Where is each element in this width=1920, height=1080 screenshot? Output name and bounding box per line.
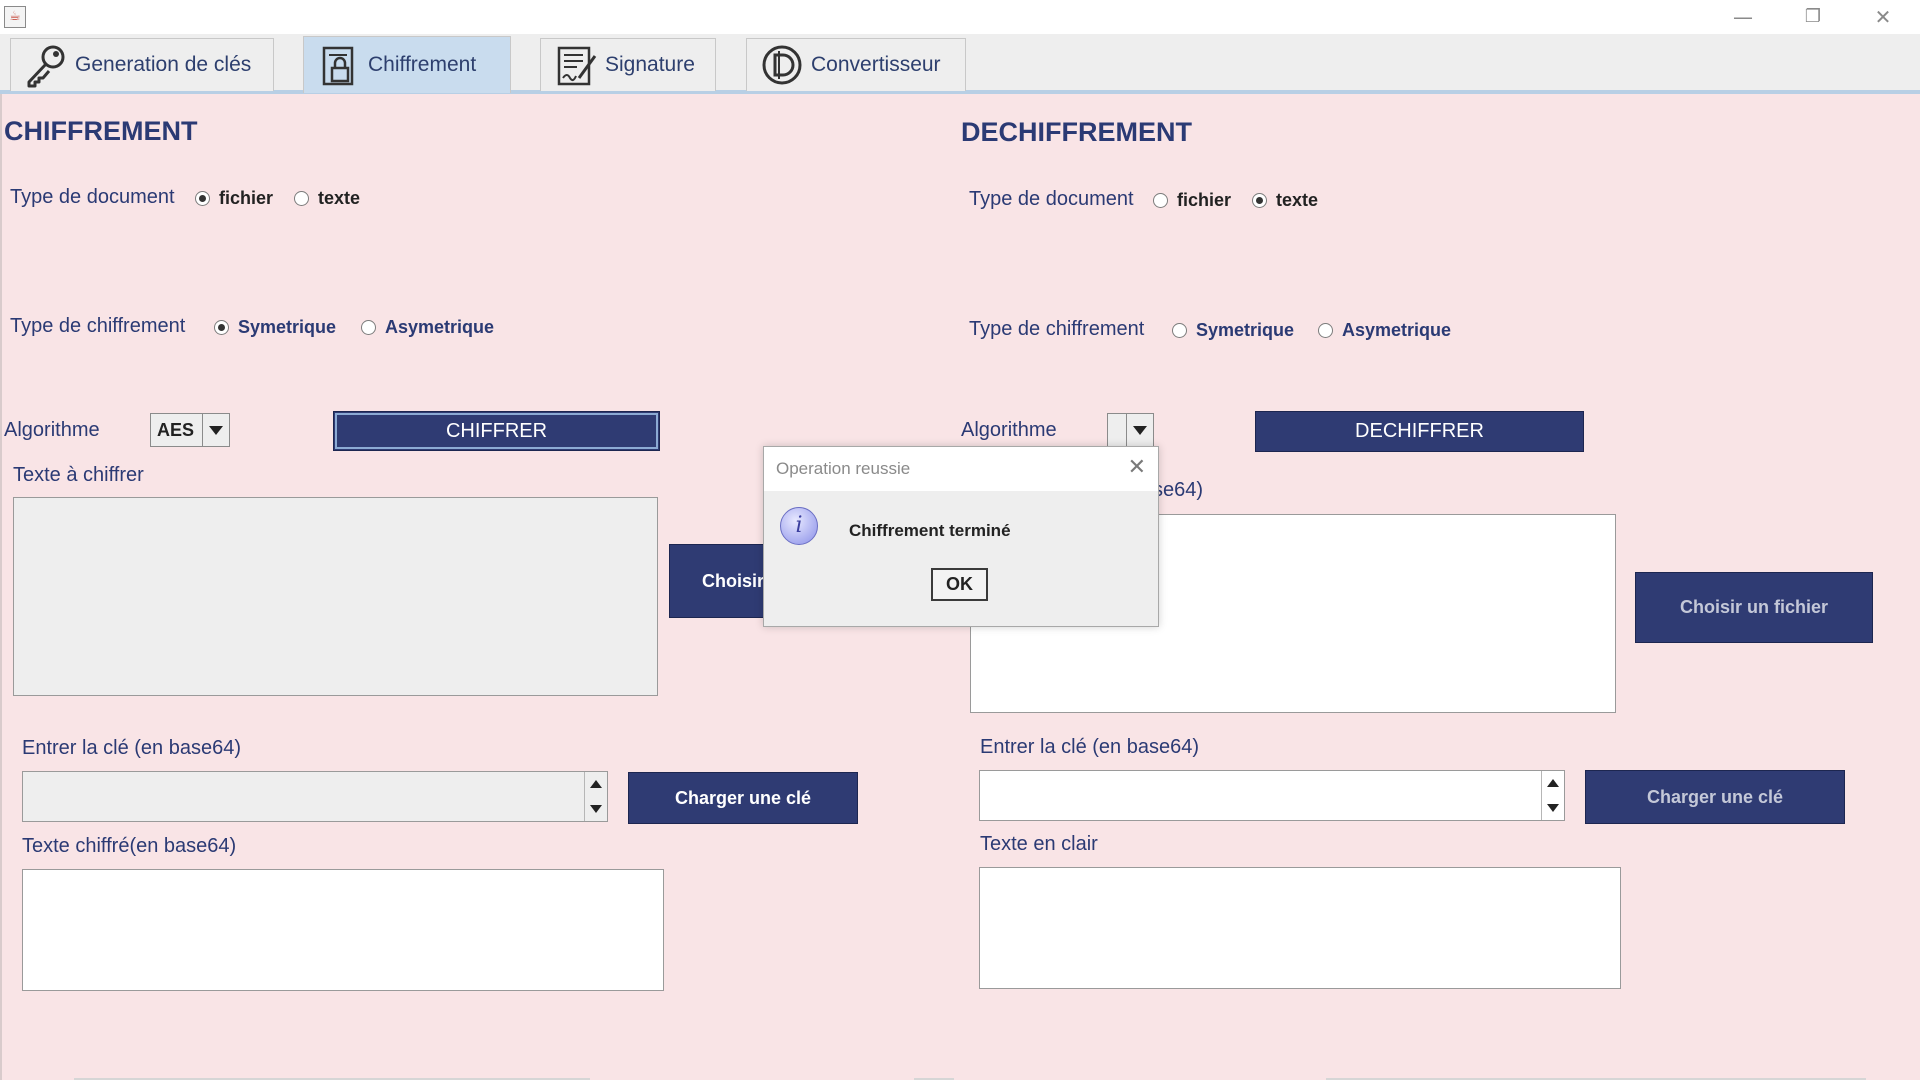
encrypt-key-label: Entrer la clé (en base64): [22, 737, 242, 759]
scroll-down-icon[interactable]: [1542, 796, 1564, 821]
decrypt-doc-type-texte-radio[interactable]: texte: [1252, 190, 1318, 211]
radio-label: fichier: [219, 188, 274, 208]
key-scroll-spinner[interactable]: [584, 772, 607, 821]
encrypt-load-key-button[interactable]: Charger une clé: [628, 772, 858, 824]
radio-label: fichier: [1177, 190, 1232, 210]
converter-icon: [757, 40, 807, 90]
algorithm-value: [1108, 414, 1126, 446]
tab-label: Convertisseur: [811, 53, 941, 76]
radio-indicator: [1153, 193, 1168, 208]
restore-button[interactable]: ❐: [1778, 0, 1848, 34]
key-scroll-spinner[interactable]: [1541, 771, 1564, 820]
encrypt-algorithm-select[interactable]: AES: [150, 413, 230, 447]
decrypt-key-input[interactable]: [979, 770, 1565, 821]
tab-chiffrement[interactable]: Chiffrement: [303, 36, 511, 93]
decrypt-text-label: se64): [1153, 479, 1204, 501]
minimize-button[interactable]: —: [1708, 0, 1778, 34]
radio-indicator: [361, 320, 376, 335]
decrypt-section-title: DECHIFFREMENT: [961, 117, 1192, 147]
radio-label: Asymetrique: [1342, 320, 1452, 340]
window-titlebar: ☕ — ❐ ✕: [0, 0, 1920, 34]
decrypt-key-label: Entrer la clé (en base64): [980, 736, 1200, 758]
scroll-up-icon[interactable]: [585, 772, 607, 797]
java-app-icon: ☕: [4, 6, 26, 28]
decrypt-symetrique-radio[interactable]: Symetrique: [1172, 320, 1294, 341]
encrypt-output-area[interactable]: [22, 869, 664, 991]
dechiffrer-button[interactable]: DECHIFFRER: [1255, 411, 1584, 452]
chevron-down-icon: [1126, 414, 1153, 446]
dialog-title: Operation reussie: [776, 459, 911, 478]
tab-label: Chiffrement: [368, 53, 477, 76]
scroll-up-icon[interactable]: [1542, 771, 1564, 796]
decrypt-doc-type-fichier-radio[interactable]: fichier: [1153, 190, 1231, 211]
tab-generation-de-cles[interactable]: Generation de clés: [10, 38, 274, 91]
info-icon: i: [780, 507, 818, 545]
dialog-titlebar: Operation reussie ✕: [764, 447, 1158, 491]
encrypt-text-area[interactable]: [13, 497, 658, 696]
tab-strip: Generation de clés Chiffrement Signature…: [0, 34, 1920, 94]
encrypt-text-label: Texte à chiffrer: [13, 464, 144, 486]
decrypt-algorithm-label: Algorithme: [961, 419, 1057, 441]
encrypt-section-title: CHIFFREMENT: [4, 116, 198, 146]
radio-indicator: [195, 191, 210, 206]
lock-document-icon: [314, 40, 364, 90]
dialog-message: Chiffrement terminé: [849, 521, 1011, 540]
chevron-down-icon: [202, 414, 229, 446]
encrypt-doc-type-label: Type de document: [10, 186, 175, 208]
chiffrer-button[interactable]: CHIFFRER: [333, 411, 660, 451]
dialog-ok-button[interactable]: OK: [931, 568, 988, 601]
decrypt-doc-type-label: Type de document: [969, 188, 1134, 210]
algorithm-value: AES: [157, 420, 195, 440]
encrypt-doc-type-texte-radio[interactable]: texte: [294, 188, 360, 209]
decrypt-output-label: Texte en clair: [980, 833, 1098, 855]
tab-signature[interactable]: Signature: [540, 38, 716, 91]
tab-label: Signature: [605, 53, 695, 76]
tab-label: Generation de clés: [75, 53, 252, 76]
tab-convertisseur[interactable]: Convertisseur: [746, 38, 966, 91]
decrypt-load-key-button[interactable]: Charger une clé: [1585, 770, 1845, 824]
encrypt-symetrique-radio[interactable]: Symetrique: [214, 317, 336, 338]
decrypt-choose-file-button[interactable]: Choisir un fichier: [1635, 572, 1873, 643]
radio-label: Symetrique: [1196, 320, 1295, 340]
decrypt-asymetrique-radio[interactable]: Asymetrique: [1318, 320, 1451, 341]
radio-indicator: [1252, 193, 1267, 208]
radio-indicator: [294, 191, 309, 206]
decrypt-algorithm-select[interactable]: [1107, 413, 1154, 447]
encrypt-doc-type-fichier-radio[interactable]: fichier: [195, 188, 273, 209]
encrypt-cipher-type-label: Type de chiffrement: [10, 315, 186, 337]
decrypt-cipher-type-label: Type de chiffrement: [969, 318, 1145, 340]
decrypt-output-area[interactable]: [979, 867, 1621, 989]
dialog-close-icon[interactable]: ✕: [1128, 455, 1146, 480]
signature-document-icon: [551, 40, 601, 90]
radio-indicator: [1318, 323, 1333, 338]
operation-success-dialog: Operation reussie ✕ i Chiffrement termin…: [763, 446, 1159, 627]
radio-indicator: [1172, 323, 1187, 338]
scroll-down-icon[interactable]: [585, 797, 607, 822]
encrypt-key-input[interactable]: [22, 771, 608, 822]
radio-label: Asymetrique: [385, 317, 495, 337]
close-window-button[interactable]: ✕: [1848, 0, 1918, 34]
encrypt-algorithm-label: Algorithme: [4, 419, 100, 441]
radio-indicator: [214, 320, 229, 335]
encrypt-output-label: Texte chiffré(en base64): [22, 835, 237, 857]
radio-label: texte: [1276, 190, 1319, 210]
radio-label: Symetrique: [238, 317, 337, 337]
radio-label: texte: [318, 188, 361, 208]
key-icon: [21, 40, 71, 90]
encrypt-asymetrique-radio[interactable]: Asymetrique: [361, 317, 494, 338]
